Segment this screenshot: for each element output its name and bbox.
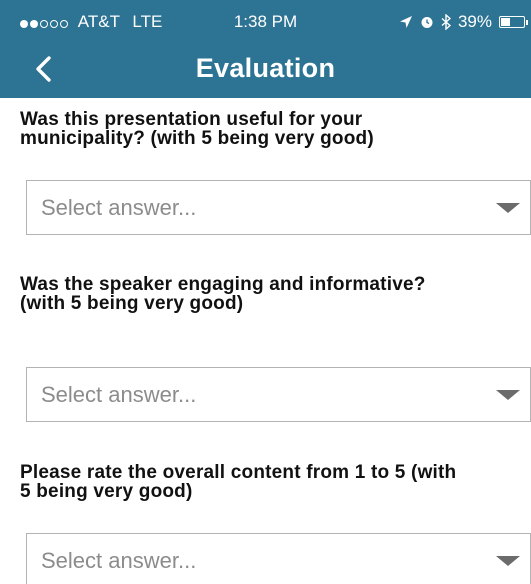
status-right: 39% [399, 12, 528, 32]
page-title: Evaluation [195, 53, 336, 83]
navigation-bar: Evaluation [0, 40, 531, 98]
question-1-line-1: Was this presentation useful for your [20, 109, 363, 130]
alarm-icon [421, 17, 433, 28]
status-bar: AT&T LTE 1:38 PM 39% [0, 0, 531, 40]
location-arrow-icon [399, 16, 412, 28]
question-2-select[interactable]: Select answer... [26, 367, 531, 422]
question-1-text: Was this presentation useful for your mu… [20, 110, 525, 148]
evaluation-screen: AT&T LTE 1:38 PM 39% Evaluation Was this… [0, 0, 531, 584]
bluetooth-icon [441, 14, 451, 30]
question-2-line-1: Was the speaker engaging and informative… [20, 274, 426, 295]
chevron-down-icon [496, 203, 520, 213]
select-placeholder: Select answer... [41, 195, 197, 220]
question-3-text: Please rate the overall content from 1 t… [20, 463, 525, 501]
battery-fill [501, 18, 510, 26]
chevron-down-icon [496, 556, 520, 566]
select-placeholder: Select answer... [41, 548, 197, 573]
question-3-line-1: Please rate the overall content from 1 t… [20, 462, 457, 483]
question-3-select[interactable]: Select answer... [26, 533, 531, 584]
question-3-line-2: 5 being very good) [20, 481, 193, 502]
battery-icon [499, 16, 528, 28]
top-bar: AT&T LTE 1:38 PM 39% Evaluation [0, 0, 531, 98]
battery-percent: 39% [457, 12, 492, 31]
question-1-select[interactable]: Select answer... [26, 180, 531, 235]
question-2-line-2: (with 5 being very good) [20, 293, 244, 314]
chevron-down-icon [496, 390, 520, 400]
select-placeholder: Select answer... [41, 382, 197, 407]
question-2-text: Was the speaker engaging and informative… [20, 275, 525, 313]
question-1-line-2: municipality? (with 5 being very good) [20, 128, 374, 149]
